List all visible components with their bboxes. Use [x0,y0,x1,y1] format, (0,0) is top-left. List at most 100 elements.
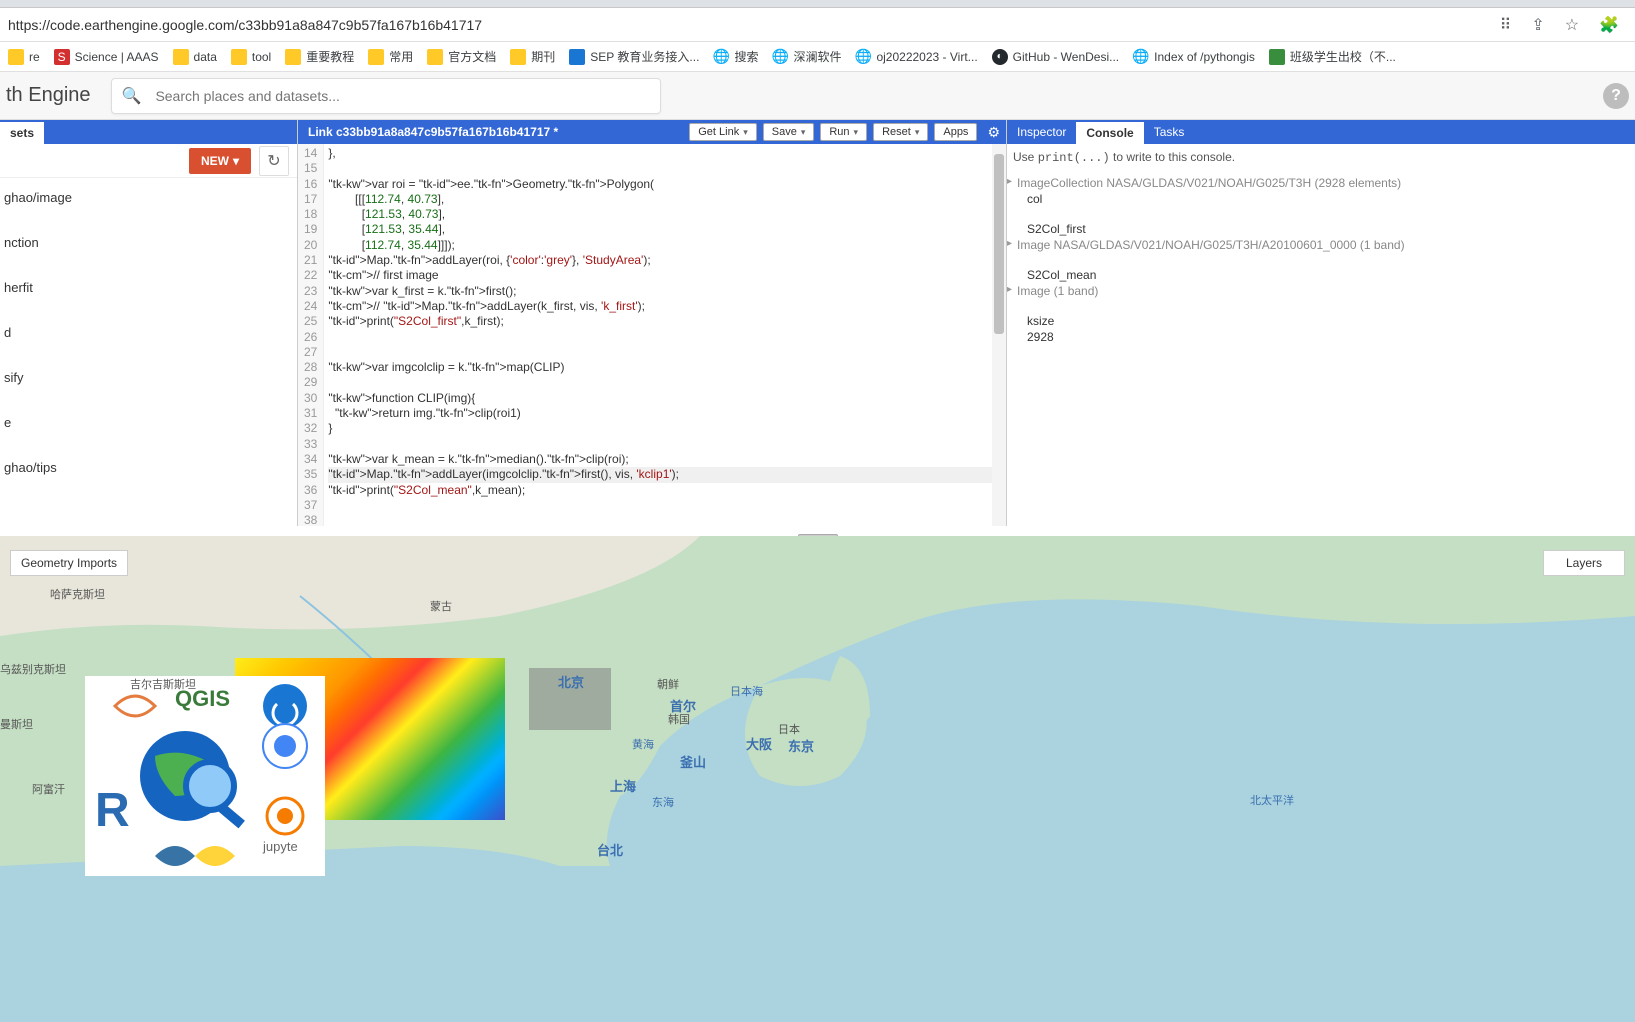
console-body: Use print(...) to write to this console.… [1007,144,1635,526]
apps-button[interactable]: Apps [934,123,977,141]
search-input[interactable] [155,88,649,104]
map-label: 台北 [597,840,623,859]
caret-down-icon: ▾ [233,154,239,168]
bookmark-item[interactable]: re [8,49,40,65]
url-bar: https://code.earthengine.google.com/c33b… [0,8,1635,42]
get-link-button[interactable]: Get Link▾ [689,123,757,141]
map[interactable]: QGIS R jupyte 哈萨克斯坦蒙古乌兹别克斯坦吉尔吉斯斯坦曼斯坦阿富汗北… [0,536,1635,1022]
bookmark-item[interactable]: 🌐Index of /pythongis [1133,49,1255,65]
geometry-imports-button[interactable]: Geometry Imports [10,550,128,576]
search-box[interactable]: 🔍 [111,78,661,114]
code-area[interactable]: }, "tk-kw">var roi = "tk-id">ee."tk-fn">… [324,144,1006,526]
gh-icon: ◐ [992,49,1008,65]
folder-icon [231,49,247,65]
code-editor[interactable]: 1415161718192021222324252627282930313233… [298,144,1006,526]
map-label: 韩国 [668,711,690,727]
browser-tabs [0,0,1635,8]
refresh-button[interactable]: ↻ [259,146,289,176]
svg-text:jupyte: jupyte [262,839,298,854]
asset-folder[interactable]: ghao/tips [0,454,297,481]
bookmark-item[interactable]: 🌐oj20222023 - Virt... [855,49,977,65]
script-title: Link c33bb91a8a847c9b57fa167b16b41717 * [308,125,683,139]
reset-button[interactable]: Reset▾ [873,123,928,141]
bookmark-item[interactable]: SEP 教育业务接入... [569,48,699,65]
bookmarks-bar: re SScience | AAAS data tool 重要教程常用官方文档期刊 SEP… [0,42,1635,72]
console-text: col [1013,191,1629,207]
new-button[interactable]: NEW▾ [189,148,251,174]
folder-icon [510,49,526,65]
url-text[interactable]: https://code.earthengine.google.com/c33b… [6,17,1500,33]
map-label: 日本海 [730,683,763,699]
gear-icon[interactable]: ⚙ [987,124,1000,141]
red-icon: S [54,49,70,65]
console-text: ksize [1013,313,1629,329]
map-label: 阿富汗 [32,781,65,797]
svg-text:R: R [95,784,130,837]
scroll-thumb[interactable] [994,154,1004,334]
share-icon[interactable]: ⇪ [1531,15,1544,35]
scrollbar-vertical[interactable] [992,144,1006,526]
layers-button[interactable]: Layers [1543,550,1625,576]
asset-tree: ghao/image nction herfit d sify e ghao/tips [0,178,297,526]
translate-icon[interactable]: ⠿ [1500,15,1512,35]
map-label: 吉尔吉斯斯坦 [130,676,196,692]
folder-icon [368,49,384,65]
map-label: 大阪 [746,734,772,753]
bookmark-item[interactable]: 期刊 [510,48,555,65]
map-label: 黄海 [632,736,654,752]
folder-icon [8,49,24,65]
map-label: 北京 [558,672,584,691]
bookmark-item[interactable]: tool [231,49,271,65]
tab-tasks[interactable]: Tasks [1144,120,1195,144]
ee-logo: th Engine [6,84,91,107]
help-icon[interactable]: ? [1603,83,1629,109]
asset-folder[interactable]: ghao/image [0,184,297,211]
watermark-logos: QGIS R jupyte [85,676,325,876]
globe-icon: 🌐 [713,49,729,65]
puzzle-icon[interactable]: 🧩 [1599,15,1619,35]
gutter: 1415161718192021222324252627282930313233… [298,144,324,526]
globe-icon: 🌐 [855,49,871,65]
map-label: 乌兹别克斯坦 [0,661,66,677]
bookmark-item[interactable]: SScience | AAAS [54,49,159,65]
map-label: 日本 [778,721,800,737]
search-icon[interactable]: 🔍 [122,86,142,106]
asset-folder[interactable]: e [0,409,297,436]
asset-folder[interactable]: d [0,319,297,346]
bookmark-item[interactable]: ◐GitHub - WenDesi... [992,49,1119,65]
map-label: 蒙古 [430,598,452,614]
bookmark-item[interactable]: 常用 [368,48,413,65]
run-button[interactable]: Run▾ [820,123,867,141]
asset-folder[interactable]: sify [0,364,297,391]
tab-inspector[interactable]: Inspector [1007,120,1076,144]
script-header: Link c33bb91a8a847c9b57fa167b16b41717 * … [298,120,1006,144]
console-object[interactable]: Image (1 band) [1013,283,1629,299]
map-label: 东海 [652,794,674,810]
asset-folder[interactable]: herfit [0,274,297,301]
save-button[interactable]: Save▾ [763,123,815,141]
tab-console[interactable]: Console [1076,120,1143,144]
folder-icon [427,49,443,65]
star-icon[interactable]: ☆ [1565,15,1579,35]
asset-folder[interactable]: nction [0,229,297,256]
editor-panel: Link c33bb91a8a847c9b57fa167b16b41717 * … [297,120,1006,526]
map-label: 哈萨克斯坦 [50,586,105,602]
assets-panel: sets NEW▾ ↻ ghao/image nction herfit d sify e… [0,120,297,526]
map-label: 东京 [788,736,814,755]
bookmark-item[interactable]: 🌐搜索 [713,48,758,65]
bookmark-item[interactable]: data [173,49,217,65]
map-label: 朝鲜 [657,676,679,692]
blue-icon [569,49,585,65]
bookmark-item[interactable]: 官方文档 [427,48,496,65]
console-hint: Use print(...) to write to this console. [1013,148,1629,175]
bookmark-item[interactable]: 🌐深澜软件 [772,48,841,65]
console-object[interactable]: Image NASA/GLDAS/V021/NOAH/G025/T3H/A201… [1013,237,1629,253]
map-label: 釜山 [680,752,706,771]
bookmark-item[interactable]: 班级学生出校（不... [1269,48,1396,65]
console-text: 2928 [1013,329,1629,345]
console-text: S2Col_first [1013,221,1629,237]
bookmark-item[interactable]: 重要教程 [285,48,354,65]
tab-assets[interactable]: sets [0,120,44,144]
map-label: 上海 [610,776,636,795]
console-object[interactable]: ImageCollection NASA/GLDAS/V021/NOAH/G02… [1013,175,1629,191]
